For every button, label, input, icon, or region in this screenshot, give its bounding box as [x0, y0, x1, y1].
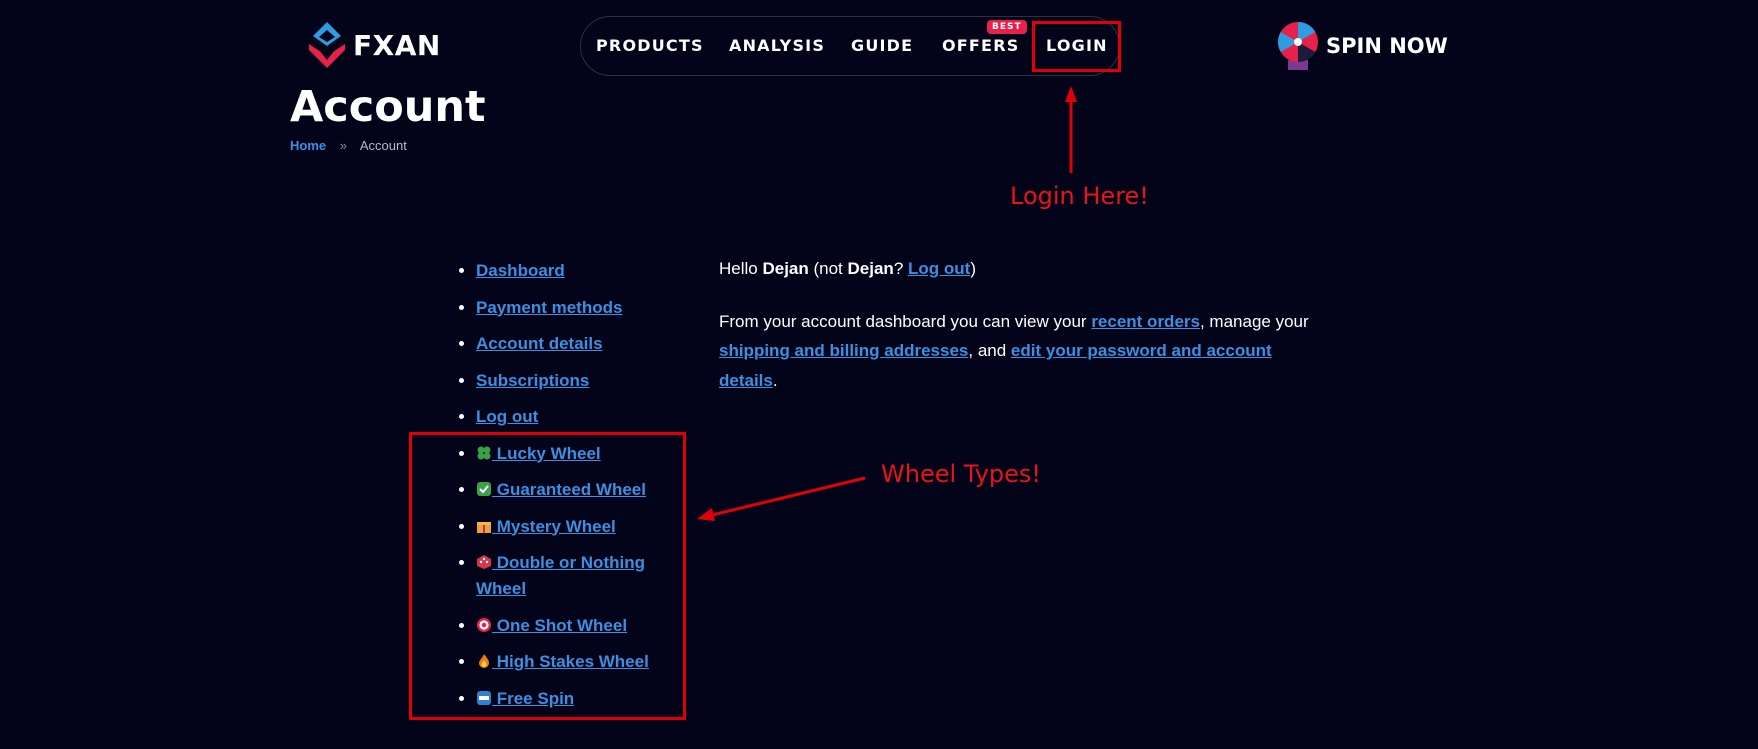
login-arrow-head [1065, 86, 1077, 102]
login-annotation: Login Here! [1010, 182, 1149, 210]
wheels-arrow-head [697, 508, 715, 521]
wheel-types-annotation: Wheel Types! [881, 460, 1042, 488]
wheels-arrow [711, 476, 866, 517]
annotation-arrows [697, 86, 1077, 521]
